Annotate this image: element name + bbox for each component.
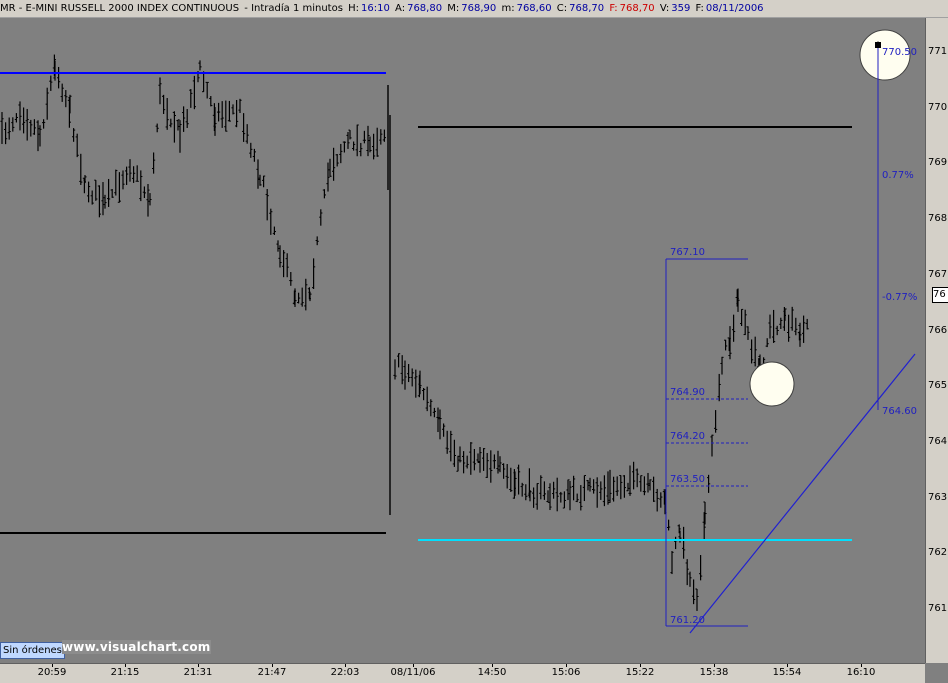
x-tick-mark — [787, 664, 788, 667]
y-tick-label: 766 — [928, 324, 948, 336]
date-value: 08/11/2006 — [705, 3, 764, 14]
fib-level-label: 763.50 — [670, 474, 705, 485]
x-tick-mark — [492, 664, 493, 667]
x-tick-label: 08/11/06 — [390, 667, 436, 678]
symbol-label: MR - E-MINI RUSSELL 2000 INDEX CONTINUOU… — [0, 3, 240, 14]
y-tick-label: 765 — [928, 380, 948, 392]
x-tick-label: 16:10 — [846, 667, 876, 678]
measure-endpoint — [875, 42, 881, 48]
x-tick-label: 14:50 — [477, 667, 507, 678]
pct-up-label: 0.77% — [882, 170, 914, 181]
high-key: M: — [447, 3, 460, 14]
open-key: A: — [395, 3, 406, 14]
close-key: C: — [556, 3, 568, 14]
x-tick-mark — [272, 664, 273, 667]
fib-level-label: 764.20 — [670, 431, 705, 442]
chart-annotations: 767.10764.90764.20763.50761.20770.50764.… — [0, 29, 917, 634]
x-tick-mark — [345, 664, 346, 667]
fib-level-label: 767.10 — [670, 247, 705, 258]
hour-value: 16:10 — [361, 3, 390, 14]
volume-key: V: — [659, 3, 670, 14]
open-value: 768,80 — [407, 3, 443, 14]
price-chart[interactable]: 767.10764.90764.20763.50761.20770.50764.… — [0, 18, 925, 663]
x-tick-label: 20:59 — [37, 667, 67, 678]
measure-high-label: 770.50 — [882, 47, 917, 58]
period-label: - Intradía 1 minutos — [244, 3, 343, 14]
x-tick-mark — [861, 664, 862, 667]
y-tick-label: 768 — [928, 213, 948, 225]
x-tick-label: 21:47 — [257, 667, 287, 678]
fib-level-label: 764.90 — [670, 387, 705, 398]
brand-watermark: www.visualchart.com — [62, 640, 211, 654]
trend-line — [689, 353, 916, 634]
y-tick-label: 767 — [928, 268, 948, 280]
y-tick-label: 764 — [928, 435, 948, 447]
y-tick-label: 761 — [928, 603, 948, 614]
x-tick-mark — [52, 664, 53, 667]
x-tick-mark — [198, 664, 199, 667]
x-tick-mark — [714, 664, 715, 667]
y-tick-label: 769 — [928, 157, 948, 169]
ohlc-bars — [0, 54, 809, 611]
x-tick-label: 15:22 — [625, 667, 655, 678]
y-tick-label: 771 — [928, 46, 948, 57]
x-tick-label: 22:03 — [330, 667, 360, 678]
x-tick-label: 21:15 — [110, 667, 140, 678]
date-key: F: — [695, 3, 704, 14]
pct-down-label: -0.77% — [882, 292, 917, 303]
pivot-highlight-circle — [749, 361, 795, 407]
last-key: F: — [609, 3, 618, 14]
high-value: 768,90 — [461, 3, 497, 14]
close-value: 768,70 — [569, 3, 605, 14]
x-tick-label: 15:38 — [699, 667, 729, 678]
last-price-marker: 76 — [932, 287, 948, 303]
x-tick-mark — [566, 664, 567, 667]
low-value: 768,60 — [516, 3, 552, 14]
x-tick-mark — [640, 664, 641, 667]
y-tick-label: 762 — [928, 547, 948, 559]
hour-key: H: — [348, 3, 360, 14]
price-axis[interactable]: 771 770 769 768 767 766 765 764 763 762 761 — [925, 18, 948, 663]
measure-low-label: 764.60 — [882, 406, 917, 417]
x-tick-mark — [125, 664, 126, 667]
y-tick-label: 763 — [928, 491, 948, 503]
x-tick-label: 15:06 — [551, 667, 581, 678]
x-tick-label: 15:54 — [772, 667, 802, 678]
last-value: 768,70 — [619, 3, 655, 14]
y-tick-label: 770 — [928, 101, 948, 113]
orders-status-button[interactable]: Sin órdenes — [0, 642, 65, 659]
volume-value: 359 — [671, 3, 691, 14]
x-tick-mark — [413, 664, 414, 667]
low-key: m: — [501, 3, 515, 14]
chart-header: MR - E-MINI RUSSELL 2000 INDEX CONTINUOU… — [0, 0, 948, 18]
time-axis[interactable]: 20:59 21:15 21:31 21:47 22:03 08/11/06 14:50 15… — [0, 663, 925, 683]
x-tick-label: 21:31 — [183, 667, 213, 678]
